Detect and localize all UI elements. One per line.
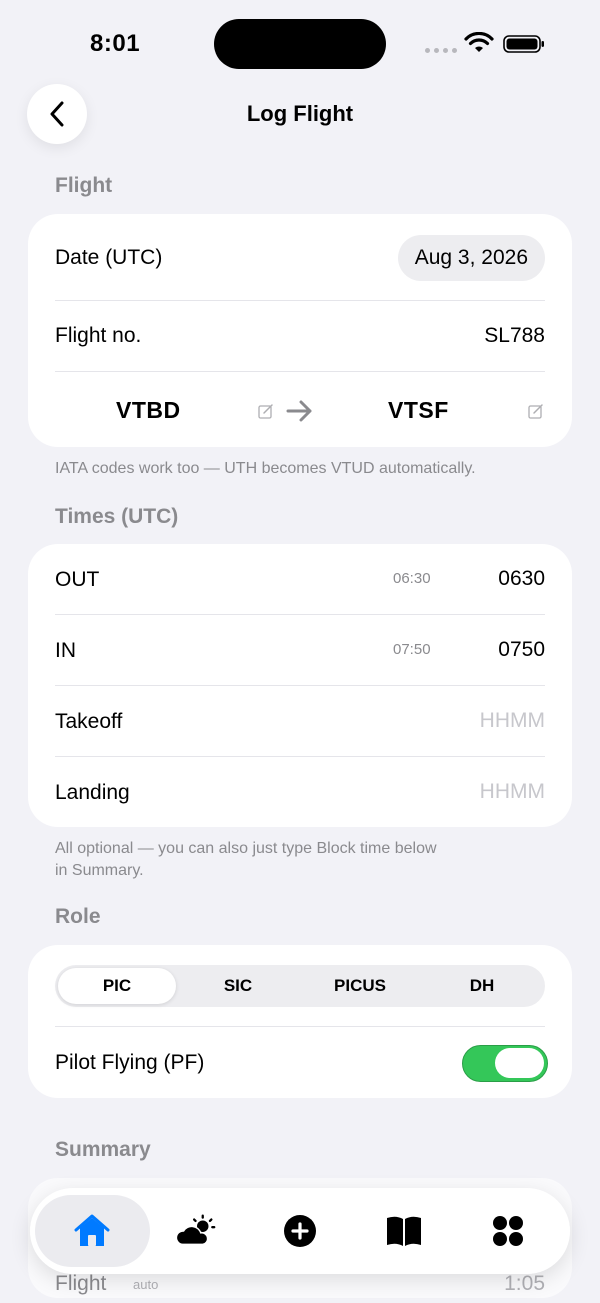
in-row[interactable]: IN — [55, 633, 545, 669]
pilot-flying-toggle[interactable] — [462, 1045, 548, 1082]
segment-sic[interactable]: SIC — [179, 968, 297, 1004]
times-footnote-line1: All optional — you can also just type Bl… — [55, 840, 437, 857]
origin-airport-field[interactable]: VTBD — [116, 397, 181, 424]
section-header-flight: Flight — [55, 174, 113, 197]
home-icon — [74, 1214, 110, 1246]
flight-no-label: Flight no. — [55, 324, 142, 347]
in-time-hint: 07:50 — [393, 641, 431, 658]
divider — [55, 371, 545, 372]
takeoff-label: Takeoff — [55, 710, 123, 733]
apps-grid-icon — [493, 1216, 523, 1246]
tab-more[interactable] — [486, 1209, 530, 1253]
status-bar: 8:01 — [0, 0, 600, 90]
flight-no-field[interactable]: SL788 — [484, 324, 545, 348]
date-label: Date (UTC) — [55, 246, 163, 269]
out-time-field[interactable]: 0630 — [498, 567, 545, 591]
flight-no-row[interactable]: Flight no. — [55, 318, 545, 354]
section-header-times: Times (UTC) — [55, 505, 179, 528]
times-card: OUT 06:30 0630 IN 07:50 0750 Takeoff HHM… — [28, 544, 572, 827]
tab-bar — [30, 1188, 570, 1274]
summary-flight-value[interactable]: 1:05 — [504, 1272, 545, 1296]
destination-airport-field[interactable]: VTSF — [388, 397, 449, 424]
in-label: IN — [55, 639, 76, 662]
landing-label: Landing — [55, 781, 130, 804]
edit-destination-icon[interactable] — [528, 403, 544, 419]
flight-footnote: IATA codes work too — UTH becomes VTUD a… — [55, 460, 476, 477]
section-header-role: Role — [55, 905, 101, 928]
flight-card: Date (UTC) Aug 3, 2026 Flight no. SL788 … — [28, 214, 572, 447]
role-card: PIC SIC PICUS DH Pilot Flying (PF) — [28, 945, 572, 1098]
summary-auto-badge: auto — [133, 1277, 159, 1292]
route-arrow-icon — [286, 400, 312, 422]
segment-dh[interactable]: DH — [423, 968, 541, 1004]
tab-add-flight[interactable] — [278, 1209, 322, 1253]
takeoff-row[interactable]: Takeoff — [55, 704, 545, 740]
navigation-bar: Log Flight — [0, 84, 600, 148]
out-time-hint: 06:30 — [393, 570, 431, 587]
out-label: OUT — [55, 568, 100, 591]
segment-picus[interactable]: PICUS — [301, 968, 419, 1004]
times-footnote: All optional — you can also just type Bl… — [55, 838, 437, 882]
segment-pic[interactable]: PIC — [58, 968, 176, 1004]
date-picker-button[interactable]: Aug 3, 2026 — [397, 235, 545, 281]
toggle-knob — [495, 1048, 544, 1078]
pilot-flying-label: Pilot Flying (PF) — [55, 1051, 205, 1074]
logbook-icon — [387, 1216, 421, 1246]
divider — [55, 685, 545, 686]
tab-logbook[interactable] — [382, 1209, 426, 1253]
weather-icon — [175, 1214, 216, 1246]
landing-row[interactable]: Landing — [55, 775, 545, 811]
in-time-field[interactable]: 0750 — [498, 638, 545, 662]
section-header-summary: Summary — [55, 1138, 151, 1161]
battery-icon — [503, 35, 544, 53]
dynamic-island — [214, 19, 386, 69]
page-title: Log Flight — [246, 101, 354, 126]
divider — [55, 300, 545, 301]
status-time: 8:01 — [90, 30, 141, 57]
edit-origin-icon[interactable] — [258, 403, 274, 419]
divider — [55, 756, 545, 757]
times-footnote-line2: in Summary. — [55, 862, 144, 879]
cellular-signal-icon — [425, 48, 457, 53]
takeoff-time-field[interactable]: HHMM — [480, 709, 545, 733]
wifi-icon — [464, 32, 494, 52]
summary-flight-label: Flight — [55, 1272, 107, 1295]
tab-home[interactable] — [70, 1209, 114, 1253]
role-segmented-control: PIC SIC PICUS DH — [55, 965, 545, 1007]
tab-weather[interactable] — [175, 1209, 219, 1253]
divider — [55, 1026, 545, 1027]
landing-time-field[interactable]: HHMM — [480, 780, 545, 804]
add-circle-icon — [284, 1215, 316, 1247]
divider — [55, 614, 545, 615]
out-row[interactable]: OUT — [55, 562, 545, 598]
